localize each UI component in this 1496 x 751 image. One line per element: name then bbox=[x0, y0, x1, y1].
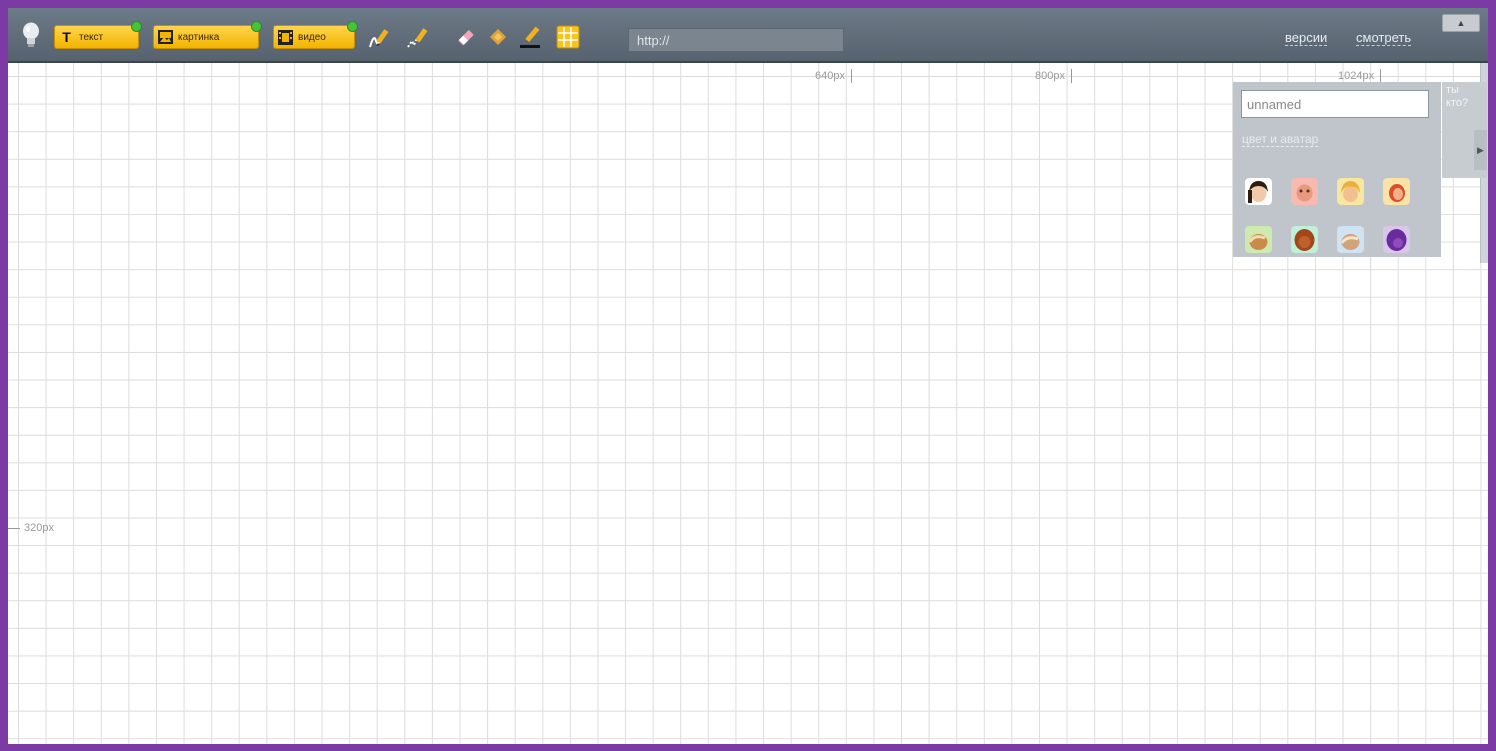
add-video-button[interactable]: видео bbox=[273, 21, 358, 49]
avatar-brown-icon[interactable] bbox=[1291, 226, 1318, 253]
avatar-pink-icon[interactable] bbox=[1291, 178, 1318, 205]
text-icon: T bbox=[62, 29, 71, 45]
avatar-blue-bg-icon[interactable] bbox=[1337, 226, 1364, 253]
scroll-up-button[interactable]: ▲ bbox=[1442, 14, 1480, 32]
who-are-you-label: ты кто? bbox=[1446, 84, 1469, 109]
ruler-dash bbox=[8, 527, 20, 529]
expand-arrow-icon[interactable]: ▶ bbox=[1474, 130, 1487, 170]
line-color-icon[interactable] bbox=[516, 23, 544, 51]
versions-link[interactable]: версии bbox=[1285, 30, 1328, 46]
image-icon bbox=[157, 29, 174, 45]
add-text-label: текст bbox=[79, 31, 104, 43]
film-icon bbox=[277, 29, 294, 45]
ruler-mark-640: 640px bbox=[815, 69, 852, 83]
dotted-pencil-icon[interactable] bbox=[404, 23, 432, 51]
add-image-button[interactable]: картинка bbox=[153, 21, 262, 49]
avatar-purple-icon[interactable] bbox=[1383, 226, 1410, 253]
fill-bucket-icon[interactable] bbox=[484, 23, 512, 51]
toolbar: T текст картинка видео http:// версии см… bbox=[8, 8, 1488, 63]
plus-badge-icon bbox=[251, 21, 262, 32]
who-are-you-tab[interactable]: ты кто? ▶ bbox=[1442, 82, 1487, 178]
avatar-red-icon[interactable] bbox=[1383, 178, 1410, 205]
ruler-mark-800: 800px bbox=[1035, 69, 1072, 83]
avatar-dark-hair-icon[interactable] bbox=[1245, 178, 1272, 205]
avatar-blonde-icon[interactable] bbox=[1337, 178, 1364, 205]
ruler-mark-320-label: 320px bbox=[24, 522, 54, 534]
ruler-mark-320: 320px bbox=[8, 522, 54, 534]
url-input[interactable] bbox=[628, 28, 844, 52]
caret-up-icon: ▲ bbox=[1456, 18, 1466, 28]
username-input[interactable] bbox=[1241, 90, 1429, 118]
add-text-button[interactable]: T текст bbox=[54, 21, 142, 49]
freehand-pencil-icon[interactable] bbox=[366, 23, 394, 51]
app-frame: T текст картинка видео http:// версии см… bbox=[8, 8, 1488, 744]
view-link[interactable]: смотреть bbox=[1356, 30, 1412, 46]
add-image-label: картинка bbox=[178, 31, 220, 43]
plus-badge-icon bbox=[131, 21, 142, 32]
eraser-icon[interactable] bbox=[454, 23, 482, 51]
color-avatar-link[interactable]: цвет и аватар bbox=[1242, 132, 1319, 147]
avatar-green-bg-icon[interactable] bbox=[1245, 226, 1272, 253]
ruler-mark-1024: 1024px bbox=[1338, 69, 1382, 83]
lightbulb-icon[interactable] bbox=[22, 22, 40, 48]
grid-toggle-icon[interactable] bbox=[554, 23, 582, 51]
user-panel: цвет и аватар bbox=[1233, 82, 1441, 257]
plus-badge-icon bbox=[347, 21, 358, 32]
add-video-label: видео bbox=[298, 31, 326, 43]
